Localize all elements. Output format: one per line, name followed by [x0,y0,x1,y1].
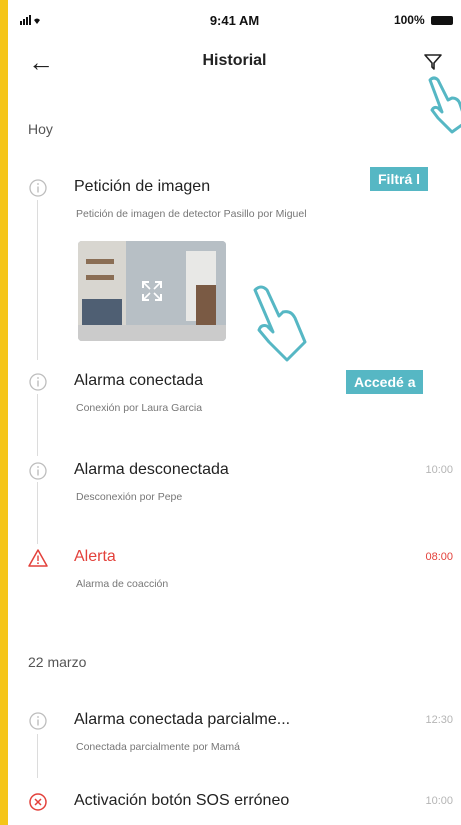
tap-hand-icon [253,285,307,362]
event-title: Alarma conectada [74,372,203,389]
event-title: Activación botón SOS erróneo [74,792,290,809]
timeline-line [37,394,38,456]
expand-icon[interactable] [140,279,164,303]
info-icon [29,179,47,197]
status-bar: 9:41 AM 100% [8,0,461,44]
image-thumbnail[interactable] [78,241,226,341]
battery-percent: 100% [393,13,425,27]
event-time: 12:30 [425,714,453,726]
info-icon [29,462,47,480]
event-time: 08:00 [425,551,453,563]
tooltip-filter: Filtrá l [370,167,429,191]
section-label-date: 22 marzo [28,654,87,670]
event-time: 10:00 [425,795,453,807]
battery-icon [431,16,453,26]
warning-icon [28,549,48,567]
timeline-line [37,200,38,360]
event-title: Alarma conectada parcialme... [74,711,291,728]
phone-screen: 9:41 AM 100% ← Historial Hoy Petición de… [8,0,461,825]
event-subtitle: Conectada parcialmente por Mamá [76,741,241,753]
status-right: 100% [394,13,453,27]
event-title: Petición de imagen [74,178,211,195]
tooltip-access: Accedé a [346,370,424,394]
timeline-line [37,482,38,544]
event-time: 10:00 [425,464,453,476]
filter-icon[interactable] [423,52,443,72]
event-title: Alerta [74,548,116,565]
info-icon [29,712,47,730]
section-label-today: Hoy [28,121,53,137]
event-subtitle: Desconexión por Pepe [76,491,183,503]
error-circle-icon [29,793,47,811]
event-subtitle: Alarma de coacción [76,578,169,590]
timeline-line [37,734,38,778]
event-subtitle: Conexión por Laura Garcia [76,402,203,414]
header: ← Historial [8,44,461,84]
info-icon [29,373,47,391]
page-title: Historial [202,52,267,69]
tap-hand-icon [428,76,461,134]
event-subtitle: Petición de imagen de detector Pasillo p… [76,208,307,220]
event-title: Alarma desconectada [74,461,229,478]
